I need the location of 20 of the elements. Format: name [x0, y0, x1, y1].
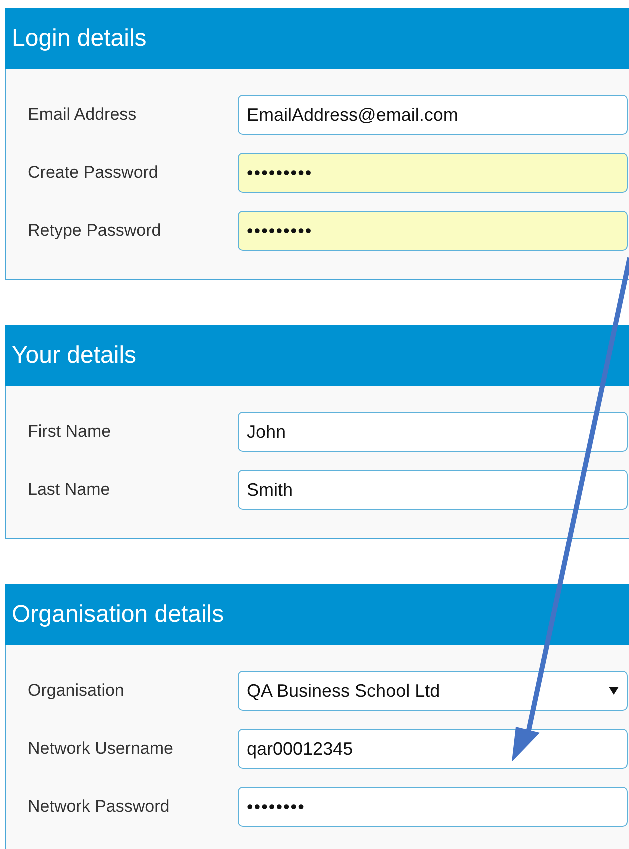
organisation-dropdown[interactable]: QA Business School Ltd — [238, 671, 628, 711]
field-label: Email Address — [27, 104, 138, 126]
field-label: Organisation — [27, 680, 126, 702]
field-label: Retype Password — [27, 220, 162, 242]
password-field[interactable]: ••••••••• — [238, 153, 628, 193]
field-label: Last Name — [27, 479, 112, 502]
caret-icon — [609, 687, 619, 695]
password-field[interactable]: ••••••••• — [238, 211, 628, 251]
text-field[interactable]: John — [238, 412, 628, 452]
text-field[interactable]: Smith — [238, 470, 628, 510]
text-field[interactable]: EmailAddress@email.com — [238, 95, 628, 135]
field-label: First Name — [27, 421, 112, 444]
section-header: Login details — [5, 8, 629, 69]
field-label: Create Password — [27, 162, 160, 184]
text-field[interactable]: qar00012345 — [238, 729, 628, 769]
section-header: Your details — [5, 325, 629, 386]
field-label: Network Password — [27, 796, 171, 818]
section-header: Organisation details — [5, 584, 629, 645]
field-label: Network Username — [27, 738, 174, 760]
password-field[interactable]: •••••••• — [238, 787, 628, 827]
